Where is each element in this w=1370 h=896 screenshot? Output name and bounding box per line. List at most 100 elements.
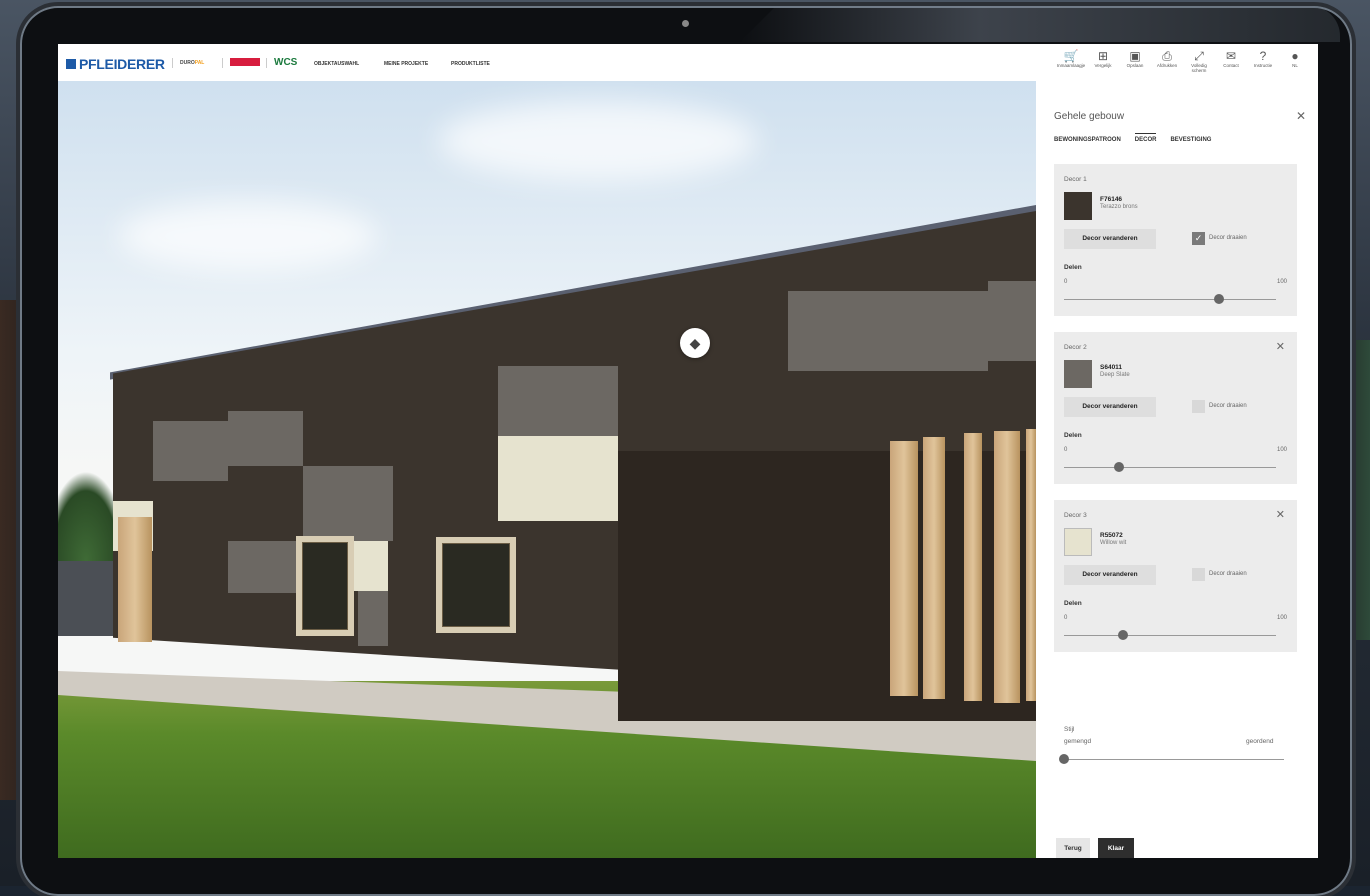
change-decor-button[interactable]: Decor veranderen — [1064, 397, 1156, 417]
decor-code: S64011 — [1100, 364, 1123, 371]
building-preview[interactable]: ◆ — [58, 81, 1036, 858]
decor-name: Willow wit — [1100, 540, 1127, 546]
duropal-brand[interactable]: DUROPAL — [180, 60, 204, 66]
language-icon: ● — [1291, 49, 1299, 63]
facade-panel — [153, 421, 228, 481]
share-label: Delen — [1064, 600, 1082, 607]
rotate-decor-label: Decor draaien — [1209, 403, 1247, 409]
pfleiderer-logo[interactable]: PFLEIDERER — [66, 56, 165, 72]
webcam — [682, 20, 689, 27]
print-icon: ⎙ — [1162, 49, 1172, 63]
back-button[interactable]: Terug — [1056, 838, 1090, 858]
decor-card-2: Decor 2 ✕ S64011 Deep Slate Decor verand… — [1054, 332, 1297, 484]
wooden-column — [1026, 429, 1036, 701]
share-slider-handle[interactable] — [1118, 630, 1129, 640]
slider-min: 0 — [1064, 447, 1068, 453]
toolbar-help[interactable]: ? Instructie — [1248, 49, 1278, 73]
toolbar-fullscreen[interactable]: ⤢ Volledig scherm — [1184, 49, 1214, 73]
facade-panel — [303, 466, 393, 541]
decor-code: R55072 — [1100, 532, 1123, 539]
decor-name: Terazzo brons — [1100, 204, 1138, 210]
decor-title: Decor 1 — [1064, 176, 1087, 183]
decor-panel: Gehele gebouw ✕ BEWONINGSPATROON DECOR B… — [1036, 81, 1318, 858]
wcs-brand[interactable]: WCS — [274, 57, 297, 68]
facade-panel — [498, 366, 618, 436]
share-slider-track[interactable] — [1064, 635, 1276, 636]
help-icon: ? — [1259, 49, 1267, 63]
window — [296, 536, 354, 636]
style-slider-handle[interactable] — [1059, 754, 1069, 764]
facade-panel — [358, 591, 388, 646]
rotate-decor-checkbox[interactable] — [1192, 400, 1205, 413]
style-label: Stijl — [1064, 726, 1075, 733]
toolbar-compare[interactable]: ⊞ Vergelijk — [1088, 49, 1118, 73]
share-label: Delen — [1064, 264, 1082, 271]
close-icon[interactable]: ✕ — [1296, 109, 1306, 123]
decor-card-1: Decor 1 F76146 Terazzo brons Decor veran… — [1054, 164, 1297, 316]
share-slider-handle[interactable] — [1114, 462, 1125, 472]
wooden-columns — [118, 517, 152, 642]
slider-max: 100 — [1276, 279, 1287, 285]
window — [436, 537, 516, 633]
decor-code: F76146 — [1100, 196, 1123, 203]
rotate-decor-checkbox[interactable]: ✓ — [1192, 232, 1205, 245]
cart-icon: 🛒 — [1063, 49, 1079, 63]
cloud — [118, 201, 378, 271]
decor-swatch[interactable] — [1064, 528, 1092, 556]
slider-min: 0 — [1064, 615, 1068, 621]
toolbar-contact[interactable]: ✉ Contact — [1216, 49, 1246, 73]
done-button[interactable]: Klaar — [1098, 838, 1134, 858]
3d-view-icon[interactable]: ◆ — [680, 328, 710, 358]
share-slider-track[interactable] — [1064, 299, 1276, 300]
laptop-glare — [740, 6, 1340, 42]
toolbar-language[interactable]: ● NL — [1280, 49, 1310, 73]
wooden-column — [923, 437, 945, 699]
style-slider-track[interactable] — [1064, 759, 1284, 760]
wooden-column — [964, 433, 982, 701]
share-slider-handle[interactable] — [1213, 294, 1224, 304]
facade-panel — [788, 291, 988, 371]
app-screen: PFLEIDERER DUROPAL WCS OBJEKTAUSWAHL MEI… — [58, 44, 1318, 858]
divider — [172, 58, 173, 68]
change-decor-button[interactable]: Decor veranderen — [1064, 565, 1156, 585]
neighbour-house — [58, 561, 118, 636]
save-icon: ▣ — [1129, 49, 1141, 63]
nav-produktliste[interactable]: PRODUKTLISTE — [451, 61, 490, 67]
cloud — [438, 101, 758, 181]
divider — [222, 58, 223, 68]
nav-meine-projekte[interactable]: MEINE PROJEKTE — [384, 61, 428, 67]
decor-title: Decor 3 — [1064, 512, 1087, 519]
slider-min: 0 — [1064, 279, 1068, 285]
tab-bevestiging[interactable]: BEVESTIGING — [1170, 137, 1211, 143]
decor-swatch[interactable] — [1064, 360, 1092, 388]
facade-panel — [228, 541, 303, 593]
slider-max: 100 — [1276, 615, 1287, 621]
decor-card-3: Decor 3 ✕ R55072 Willow wit Decor verand… — [1054, 500, 1297, 652]
slider-max: 100 — [1276, 447, 1287, 453]
top-bar: PFLEIDERER DUROPAL WCS OBJEKTAUSWAHL MEI… — [58, 44, 1318, 82]
facade-panel — [498, 436, 618, 521]
decor-title: Decor 2 — [1064, 344, 1087, 351]
rotate-decor-checkbox[interactable] — [1192, 568, 1205, 581]
compare-icon: ⊞ — [1097, 49, 1109, 63]
tab-decor[interactable]: DECOR — [1134, 133, 1157, 143]
nav-objektauswahl[interactable]: OBJEKTAUSWAHL — [314, 61, 359, 67]
toolbar: 🛒 Inmaamlaagje ⊞ Vergelijk ▣ Opslaan ⎙ Afdru… — [1056, 49, 1310, 73]
rotate-decor-label: Decor draaien — [1209, 571, 1247, 577]
decor-swatch[interactable] — [1064, 192, 1092, 220]
facade-panel — [988, 281, 1036, 361]
logo-mark-icon — [66, 59, 76, 69]
toolbar-save[interactable]: ▣ Opslaan — [1120, 49, 1150, 73]
fullscreen-icon: ⤢ — [1194, 49, 1204, 63]
toolbar-cart[interactable]: 🛒 Inmaamlaagje — [1056, 49, 1086, 73]
share-slider-track[interactable] — [1064, 467, 1276, 468]
style-min-label: gemengd — [1064, 738, 1092, 745]
decor-name: Deep Slate — [1100, 372, 1130, 378]
change-decor-button[interactable]: Decor veranderen — [1064, 229, 1156, 249]
tab-bewoningspatroon[interactable]: BEWONINGSPATROON — [1054, 137, 1121, 143]
red-brand-badge[interactable] — [230, 58, 260, 66]
logo-text: PFLEIDERER — [79, 56, 165, 72]
remove-decor-icon[interactable]: ✕ — [1276, 508, 1285, 521]
toolbar-print[interactable]: ⎙ Afdrukken — [1152, 49, 1182, 73]
remove-decor-icon[interactable]: ✕ — [1276, 340, 1285, 353]
